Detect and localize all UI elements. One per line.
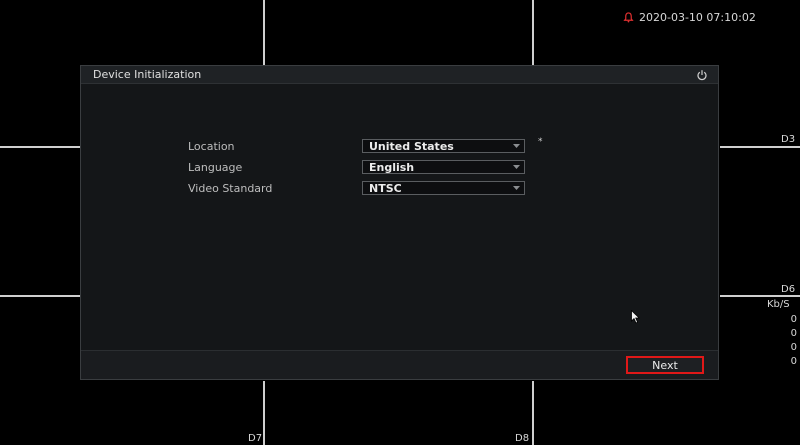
grid-line-horizontal-right-top — [720, 146, 800, 148]
grid-line-horizontal-right-bottom — [720, 295, 800, 297]
location-value: United States — [369, 139, 454, 153]
grid-line-vertical-left — [263, 0, 265, 65]
location-required-mark: * — [538, 137, 543, 147]
channel-label-d3: D3 — [781, 134, 796, 145]
channel-label-d7: D7 — [248, 433, 263, 444]
bitrate-unit: Kb/S — [767, 299, 790, 310]
chevron-down-icon — [513, 144, 520, 148]
bell-icon — [623, 12, 634, 23]
next-button[interactable]: Next — [626, 356, 704, 374]
bitrate-value: 0 — [790, 328, 797, 339]
grid-line-horizontal-left-bottom — [0, 295, 80, 297]
channel-label-d6: D6 — [781, 284, 796, 295]
bitrate-value: 0 — [790, 342, 797, 353]
power-icon[interactable] — [696, 69, 708, 81]
mouse-cursor-icon — [631, 310, 641, 324]
language-value: English — [369, 160, 415, 174]
grid-line-vertical-right — [532, 0, 534, 65]
language-select[interactable]: English — [362, 160, 525, 174]
grid-line-vertical-left-bottom — [263, 381, 265, 445]
video-standard-row: Video Standard NTSC — [188, 181, 525, 195]
video-standard-label: Video Standard — [188, 181, 273, 195]
dialog-title: Device Initialization — [93, 68, 202, 81]
video-standard-value: NTSC — [369, 181, 402, 195]
language-label: Language — [188, 160, 243, 174]
grid-line-vertical-right-bottom — [532, 381, 534, 445]
system-clock: 2020-03-10 07:10:02 — [623, 11, 756, 24]
dialog-titlebar: Device Initialization — [81, 66, 718, 84]
video-standard-select[interactable]: NTSC — [362, 181, 525, 195]
chevron-down-icon — [513, 165, 520, 169]
location-label: Location — [188, 139, 235, 153]
location-row: Location United States — [188, 139, 525, 153]
bitrate-value: 0 — [790, 356, 797, 367]
grid-line-horizontal-left-top — [0, 146, 80, 148]
device-initialization-dialog: Device Initialization Location United St… — [80, 65, 719, 380]
bitrate-value: 0 — [790, 314, 797, 325]
language-row: Language English — [188, 160, 525, 174]
chevron-down-icon — [513, 186, 520, 190]
clock-datetime: 2020-03-10 07:10:02 — [639, 11, 756, 24]
location-select[interactable]: United States — [362, 139, 525, 153]
dialog-footer: Next — [81, 350, 718, 379]
channel-label-d8: D8 — [515, 433, 530, 444]
